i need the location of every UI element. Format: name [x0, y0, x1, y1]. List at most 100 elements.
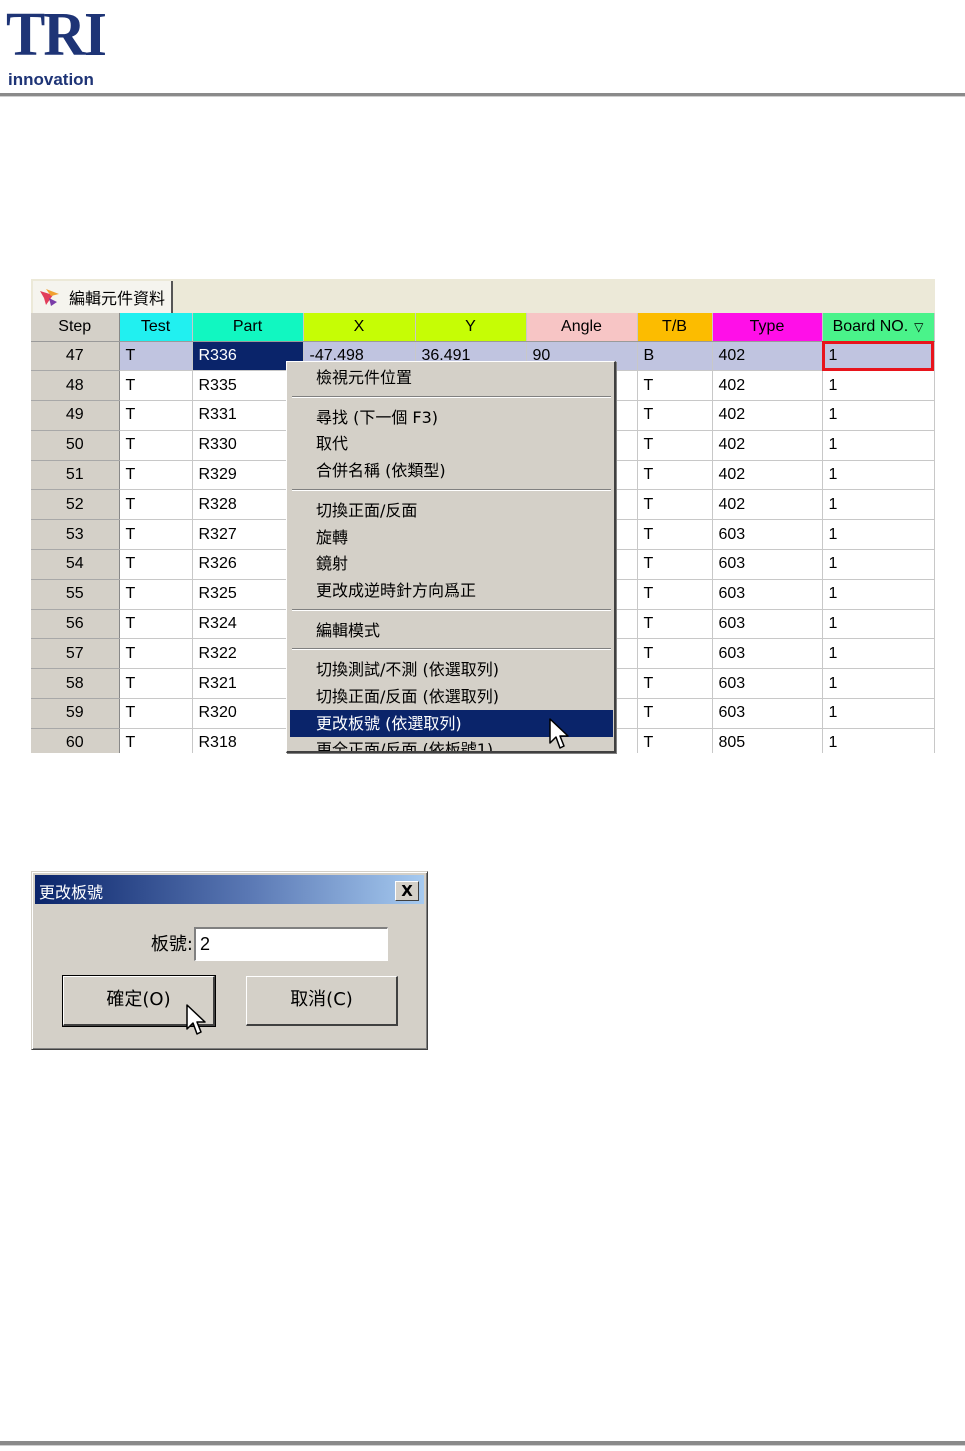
cell-step[interactable]: 47 [31, 341, 120, 372]
dialog-titlebar[interactable]: 更改板號 X [35, 875, 424, 904]
cell-step[interactable]: 55 [31, 579, 120, 610]
column-header-angle[interactable]: Angle [526, 313, 638, 342]
cell-board[interactable]: 1 [822, 668, 935, 700]
cell-type[interactable]: 603 [712, 519, 823, 551]
cell-board[interactable]: 1 [822, 579, 935, 610]
cell-board[interactable]: 1 [822, 638, 935, 670]
menu-item[interactable]: 切換正面/反面 (依選取列) [290, 683, 613, 710]
cell-step[interactable]: 60 [31, 728, 120, 753]
context-menu: 檢視元件位置 尋找 (下一個 F3) 取代 合併名稱 (依類型) 切換正面/反面 旋轉 鏡射… [286, 361, 616, 753]
column-header-label: Step [58, 317, 92, 335]
logo-subtitle: innovation [8, 70, 94, 89]
cell-test[interactable]: T [119, 579, 193, 610]
cell-step[interactable]: 58 [31, 668, 120, 700]
cell-step[interactable]: 48 [31, 370, 120, 402]
menu-item[interactable]: 檢視元件位置 [290, 364, 613, 391]
cell-step[interactable]: 53 [31, 519, 120, 551]
column-header-test[interactable]: Test [119, 313, 193, 342]
cell-test[interactable]: T [119, 549, 193, 580]
cell-board[interactable]: 1 [822, 609, 935, 640]
cell-step[interactable]: 51 [31, 460, 120, 491]
cell-type[interactable]: 805 [712, 728, 823, 753]
cell-test[interactable]: T [119, 460, 193, 491]
cell-tb[interactable]: T [637, 460, 713, 491]
cell-tb[interactable]: T [637, 430, 713, 461]
cell-tb[interactable]: T [637, 519, 713, 551]
cell-test[interactable]: T [119, 728, 193, 753]
cell-type[interactable]: 603 [712, 698, 823, 729]
cell-type[interactable]: 402 [712, 489, 823, 521]
cell-board[interactable]: 1 [822, 698, 935, 729]
column-header-board[interactable]: Board NO. ▽ [822, 313, 935, 342]
menu-item[interactable]: 更改成逆時針方向爲正 [290, 577, 613, 604]
cell-board[interactable]: 1 [822, 549, 935, 580]
cell-test[interactable]: T [119, 668, 193, 700]
menu-item[interactable]: 切換測試/不測 (依選取列) [290, 656, 613, 683]
cell-test[interactable]: T [119, 609, 193, 640]
menu-item[interactable]: 編輯模式 [290, 617, 613, 644]
cell-board[interactable]: 1 [822, 460, 935, 491]
cell-tb[interactable]: T [637, 549, 713, 580]
cell-tb[interactable]: T [637, 400, 713, 431]
cell-type[interactable]: 402 [712, 400, 823, 431]
cell-tb[interactable]: T [637, 698, 713, 729]
cell-type[interactable]: 603 [712, 638, 823, 670]
cell-type[interactable]: 603 [712, 668, 823, 700]
header-divider-highlight [0, 96, 965, 97]
close-button[interactable]: X [395, 881, 419, 901]
cell-board[interactable]: 1 [822, 370, 935, 402]
board-number-input[interactable] [194, 927, 388, 961]
cell-step[interactable]: 59 [31, 698, 120, 729]
cell-step[interactable]: 57 [31, 638, 120, 670]
cell-tb[interactable]: T [637, 370, 713, 402]
cell-step[interactable]: 56 [31, 609, 120, 640]
cell-board[interactable]: 1 [822, 341, 935, 372]
cell-test[interactable]: T [119, 489, 193, 521]
menu-item[interactable]: 尋找 (下一個 F3) [290, 404, 613, 431]
cell-tb[interactable]: B [637, 341, 713, 372]
menu-item[interactable]: 取代 [290, 430, 613, 457]
cell-step[interactable]: 54 [31, 549, 120, 580]
menu-item[interactable]: 旋轉 [290, 524, 613, 551]
column-header-y[interactable]: Y [415, 313, 527, 342]
cell-test[interactable]: T [119, 400, 193, 431]
cell-test[interactable]: T [119, 698, 193, 729]
cell-type[interactable]: 402 [712, 430, 823, 461]
cell-test[interactable]: T [119, 341, 193, 372]
menu-item[interactable]: 切換正面/反面 [290, 497, 613, 524]
cancel-button[interactable]: 取消(C) [246, 976, 398, 1026]
menu-item[interactable]: 合併名稱 (依類型) [290, 457, 613, 484]
cell-tb[interactable]: T [637, 728, 713, 753]
column-header-x[interactable]: X [303, 313, 416, 342]
cell-step[interactable]: 52 [31, 489, 120, 521]
column-header-step[interactable]: Step [31, 313, 120, 342]
cell-tb[interactable]: T [637, 638, 713, 670]
cell-tb[interactable]: T [637, 609, 713, 640]
cell-tb[interactable]: T [637, 489, 713, 521]
cell-type[interactable]: 402 [712, 460, 823, 491]
cell-type[interactable]: 402 [712, 341, 823, 372]
cell-test[interactable]: T [119, 370, 193, 402]
cell-type[interactable]: 603 [712, 549, 823, 580]
cell-board[interactable]: 1 [822, 430, 935, 461]
cell-board[interactable]: 1 [822, 728, 935, 753]
cell-tb[interactable]: T [637, 668, 713, 700]
column-header-tb[interactable]: T/B [637, 313, 713, 342]
cell-tb[interactable]: T [637, 579, 713, 610]
cell-board[interactable]: 1 [822, 519, 935, 551]
menu-item[interactable]: 鏡射 [290, 550, 613, 577]
cell-test[interactable]: T [119, 430, 193, 461]
cell-test[interactable]: T [119, 519, 193, 551]
cell-type[interactable]: 603 [712, 579, 823, 610]
cell-board[interactable]: 1 [822, 400, 935, 431]
cell-type[interactable]: 603 [712, 609, 823, 640]
column-header-type[interactable]: Type [712, 313, 823, 342]
tri-logo: TRI innovation [6, 4, 118, 90]
column-header-part[interactable]: Part [192, 313, 304, 342]
cell-step[interactable]: 49 [31, 400, 120, 431]
cell-step[interactable]: 50 [31, 430, 120, 461]
cell-type[interactable]: 402 [712, 370, 823, 402]
tab-edit-component-data[interactable]: 編輯元件資料 [33, 281, 174, 313]
cell-test[interactable]: T [119, 638, 193, 670]
cell-board[interactable]: 1 [822, 489, 935, 521]
